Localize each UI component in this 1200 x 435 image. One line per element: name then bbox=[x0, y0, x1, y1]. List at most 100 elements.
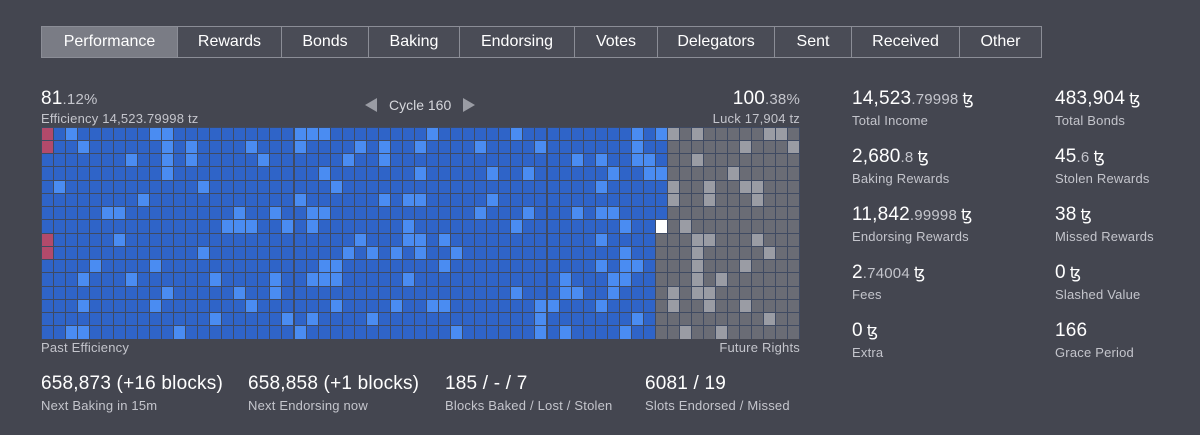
grid-cell bbox=[427, 140, 439, 153]
grid-cell bbox=[210, 299, 222, 312]
grid-cell bbox=[571, 154, 583, 167]
grid-cell bbox=[390, 207, 402, 220]
grid-cell bbox=[366, 154, 378, 167]
grid-cell bbox=[113, 220, 125, 233]
grid-cell bbox=[246, 273, 258, 286]
endorsing-rewards-stat: 11,842.99998 ꜩ Endorsing Rewards bbox=[852, 204, 973, 244]
grid-cell bbox=[113, 193, 125, 206]
tab-endorsing[interactable]: Endorsing bbox=[460, 27, 575, 57]
grid-cell bbox=[258, 273, 270, 286]
grid-cell bbox=[402, 193, 414, 206]
grid-cell bbox=[149, 207, 161, 220]
grid-cell bbox=[643, 207, 655, 220]
tez-icon: ꜩ bbox=[1129, 91, 1141, 108]
grid-cell bbox=[511, 260, 523, 273]
grid-cell bbox=[306, 220, 318, 233]
grid-cell bbox=[234, 154, 246, 167]
grid-cell bbox=[511, 286, 523, 299]
grid-cell bbox=[366, 180, 378, 193]
grid-cell bbox=[414, 273, 427, 286]
grid-cell bbox=[65, 193, 77, 206]
grid-cell bbox=[125, 286, 137, 299]
grid-cell bbox=[571, 326, 583, 339]
grid-cell bbox=[451, 167, 463, 180]
baking-rewards-label: Baking Rewards bbox=[852, 171, 950, 186]
grid-cell bbox=[583, 180, 595, 193]
tab-received[interactable]: Received bbox=[852, 27, 960, 57]
grid-cell bbox=[282, 193, 294, 206]
grid-cell bbox=[137, 220, 149, 233]
grid-cell bbox=[89, 313, 101, 326]
tab-bonds[interactable]: Bonds bbox=[282, 27, 369, 57]
grid-cell bbox=[692, 220, 704, 233]
tab-rewards[interactable]: Rewards bbox=[178, 27, 282, 57]
grid-cell bbox=[306, 154, 318, 167]
grid-cell bbox=[776, 286, 788, 299]
grid-cell bbox=[619, 207, 631, 220]
grid-cell bbox=[728, 313, 740, 326]
grid-cell bbox=[583, 167, 595, 180]
grid-cell bbox=[655, 154, 667, 167]
grid-cell bbox=[680, 286, 692, 299]
grid-cell bbox=[427, 220, 439, 233]
grid-cell bbox=[234, 220, 246, 233]
tab-baking[interactable]: Baking bbox=[369, 27, 460, 57]
stolen-rewards-value: 45.6 ꜩ bbox=[1055, 146, 1106, 167]
grid-cell bbox=[306, 326, 318, 339]
grid-cell bbox=[439, 180, 451, 193]
grid-cell bbox=[282, 127, 294, 140]
grid-cell bbox=[53, 260, 65, 273]
grid-cell bbox=[198, 273, 210, 286]
tab-performance[interactable]: Performance bbox=[42, 27, 178, 57]
grid-cell bbox=[390, 286, 402, 299]
grid-cell bbox=[511, 180, 523, 193]
grid-cell bbox=[198, 246, 210, 259]
tez-icon: ꜩ bbox=[917, 149, 930, 166]
grid-cell bbox=[764, 140, 776, 153]
grid-cell bbox=[680, 273, 692, 286]
grid-cell bbox=[595, 220, 607, 233]
grid-cell bbox=[631, 313, 643, 326]
chevron-right-icon[interactable] bbox=[463, 98, 476, 112]
tab-other[interactable]: Other bbox=[960, 27, 1041, 57]
tab-sent[interactable]: Sent bbox=[775, 27, 852, 57]
endorsing-rewards-label: Endorsing Rewards bbox=[852, 229, 969, 244]
grid-cell bbox=[77, 286, 89, 299]
slots-endorsed-label: Slots Endorsed / Missed bbox=[645, 398, 790, 413]
grid-cell bbox=[270, 167, 282, 180]
grid-cell bbox=[65, 260, 77, 273]
grid-cell bbox=[258, 167, 270, 180]
grid-cell bbox=[414, 220, 427, 233]
grid-cell bbox=[354, 286, 366, 299]
grid-cell bbox=[764, 246, 776, 259]
grid-cell bbox=[414, 193, 427, 206]
grid-cell bbox=[390, 260, 402, 273]
grid-cell bbox=[65, 313, 77, 326]
tab-delegators[interactable]: Delegators bbox=[658, 27, 775, 57]
grid-cell bbox=[583, 260, 595, 273]
grid-cell bbox=[752, 313, 764, 326]
grid-cell bbox=[571, 299, 583, 312]
grid-cell bbox=[667, 313, 680, 326]
fees-stat: 2.74004 ꜩ Fees bbox=[852, 262, 925, 302]
grid-cell bbox=[306, 260, 318, 273]
grid-cell bbox=[53, 207, 65, 220]
grid-cell bbox=[270, 299, 282, 312]
luck-label: Luck 17,904 tz bbox=[712, 111, 800, 126]
chevron-left-icon[interactable] bbox=[365, 98, 377, 112]
grid-cell bbox=[680, 233, 692, 246]
grid-cell bbox=[270, 286, 282, 299]
grid-cell bbox=[366, 246, 378, 259]
grid-cell bbox=[161, 286, 174, 299]
grid-cell bbox=[571, 260, 583, 273]
grid-cell bbox=[101, 167, 113, 180]
grid-cell bbox=[740, 260, 752, 273]
grid-cell bbox=[77, 313, 89, 326]
grid-cell bbox=[125, 167, 137, 180]
grid-cell bbox=[137, 140, 149, 153]
grid-cell bbox=[294, 154, 306, 167]
grid-cell bbox=[330, 180, 342, 193]
tab-votes[interactable]: Votes bbox=[575, 27, 658, 57]
grid-cell bbox=[378, 326, 390, 339]
grid-cell bbox=[547, 260, 559, 273]
